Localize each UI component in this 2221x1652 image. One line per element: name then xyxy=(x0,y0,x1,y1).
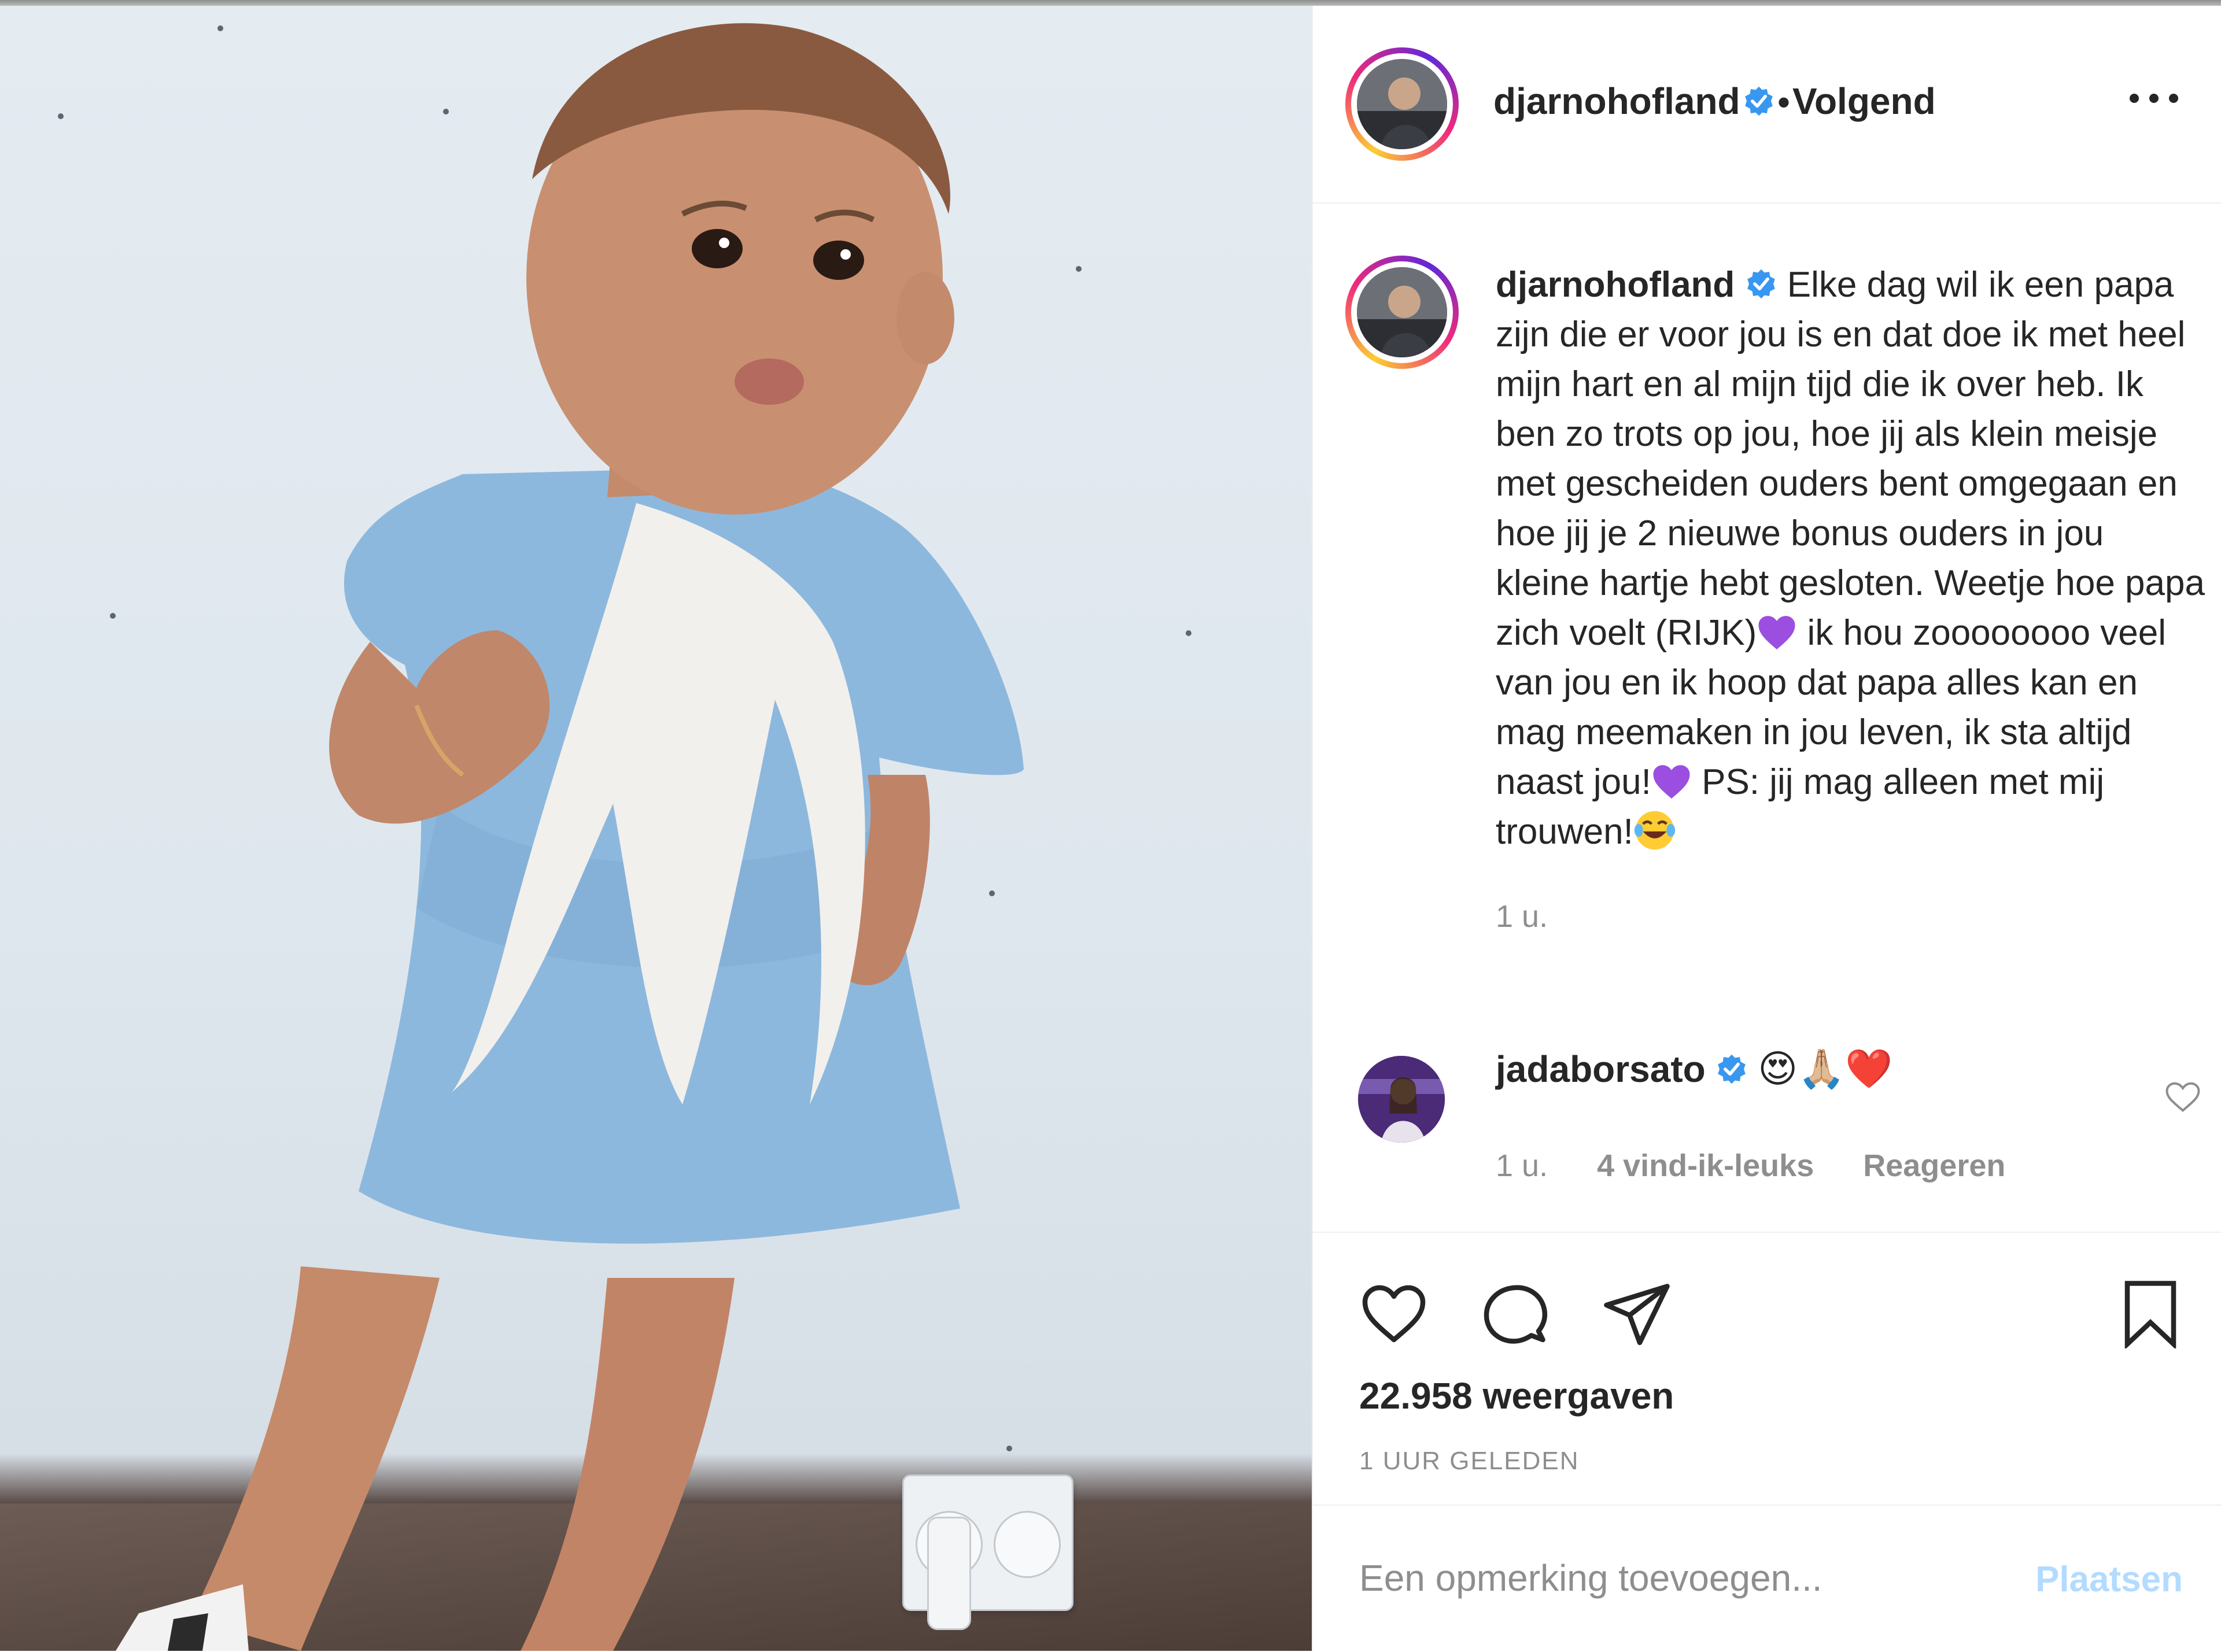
more-dot xyxy=(2149,94,2159,103)
comment-likes-link[interactable]: 4 vind-ik-leuks xyxy=(1597,1148,1814,1183)
post-media[interactable] xyxy=(0,6,1312,1651)
comment-meta: 1 u. 4 vind-ik-leuks Reageren xyxy=(1496,1148,2161,1184)
more-dot xyxy=(2169,94,2178,103)
purple-heart-icon xyxy=(1653,765,1690,799)
commenter-avatar[interactable] xyxy=(1358,1056,1445,1143)
caption-timestamp[interactable]: 1 u. xyxy=(1496,892,2207,941)
caption-text: Elke dag wil ik een papa zijn die er voo… xyxy=(1496,265,2205,653)
more-options-icon[interactable] xyxy=(2130,87,2182,110)
post-sidebar: djarnohofland • Volgend djarnohofland El… xyxy=(1312,6,2221,1651)
author-username[interactable]: djarnohofland xyxy=(1493,80,1740,122)
caption-author-avatar[interactable] xyxy=(1345,256,1459,369)
verified-badge-icon xyxy=(1745,86,1773,116)
more-dot xyxy=(2130,94,2139,103)
comment-reply-button[interactable]: Reageren xyxy=(1863,1148,2005,1183)
post-comment-button[interactable]: Plaatsen xyxy=(2035,1559,2183,1600)
comment-heart-icon[interactable] xyxy=(2165,1081,2200,1114)
comment-bubble-icon[interactable] xyxy=(1481,1279,1550,1348)
purple-heart-icon xyxy=(1758,616,1795,649)
comment-text: 😍🙏🏼❤️ xyxy=(1758,1047,1893,1090)
comment-line: jadaborsato 😍🙏🏼❤️ xyxy=(1496,1047,2190,1092)
post-header: djarnohofland • Volgend xyxy=(1313,6,2221,204)
girl-illustration xyxy=(116,23,1024,1651)
paper-plane-icon[interactable] xyxy=(1602,1279,1672,1348)
post-caption: djarnohofland Elke dag wil ik een papa z… xyxy=(1496,260,2207,941)
heart-icon[interactable] xyxy=(1359,1279,1429,1348)
avatar-photo xyxy=(1357,267,1447,357)
follow-status-button[interactable]: Volgend xyxy=(1792,80,1936,122)
avatar-photo-art xyxy=(1357,59,1447,149)
view-count[interactable]: 22.958 weergaven xyxy=(1359,1374,1674,1417)
laughing-tears-icon xyxy=(1634,811,1675,850)
comment-input[interactable] xyxy=(1359,1546,1967,1610)
verified-badge-icon xyxy=(1747,269,1775,299)
view-count-label: weergaven xyxy=(1482,1375,1674,1417)
browser-top-edge xyxy=(0,0,2221,6)
view-count-number: 22.958 xyxy=(1359,1375,1473,1417)
caption-author-username[interactable]: djarnohofland xyxy=(1496,265,1735,305)
avatar-photo xyxy=(1357,59,1447,149)
comment-item: jadaborsato 😍🙏🏼❤️ 1 u. 4 vind-ik-leuks R… xyxy=(1496,1047,2190,1183)
author-avatar[interactable] xyxy=(1345,47,1459,161)
bookmark-icon[interactable] xyxy=(2116,1279,2185,1348)
comment-timestamp[interactable]: 1 u. xyxy=(1496,1148,1548,1183)
post-actions: 22.958 weergaven 1 UUR GELEDEN xyxy=(1313,1232,2221,1522)
post-timestamp[interactable]: 1 UUR GELEDEN xyxy=(1359,1447,1580,1476)
verified-badge-icon xyxy=(1718,1054,1746,1084)
commenter-avatar-art xyxy=(1358,1056,1445,1143)
header-identity: djarnohofland • Volgend xyxy=(1493,80,1936,123)
commenter-username[interactable]: jadaborsato xyxy=(1496,1048,1706,1090)
header-separator: • xyxy=(1777,83,1790,121)
avatar-photo-art xyxy=(1357,267,1447,357)
add-comment-bar: Plaatsen xyxy=(1313,1505,2221,1652)
